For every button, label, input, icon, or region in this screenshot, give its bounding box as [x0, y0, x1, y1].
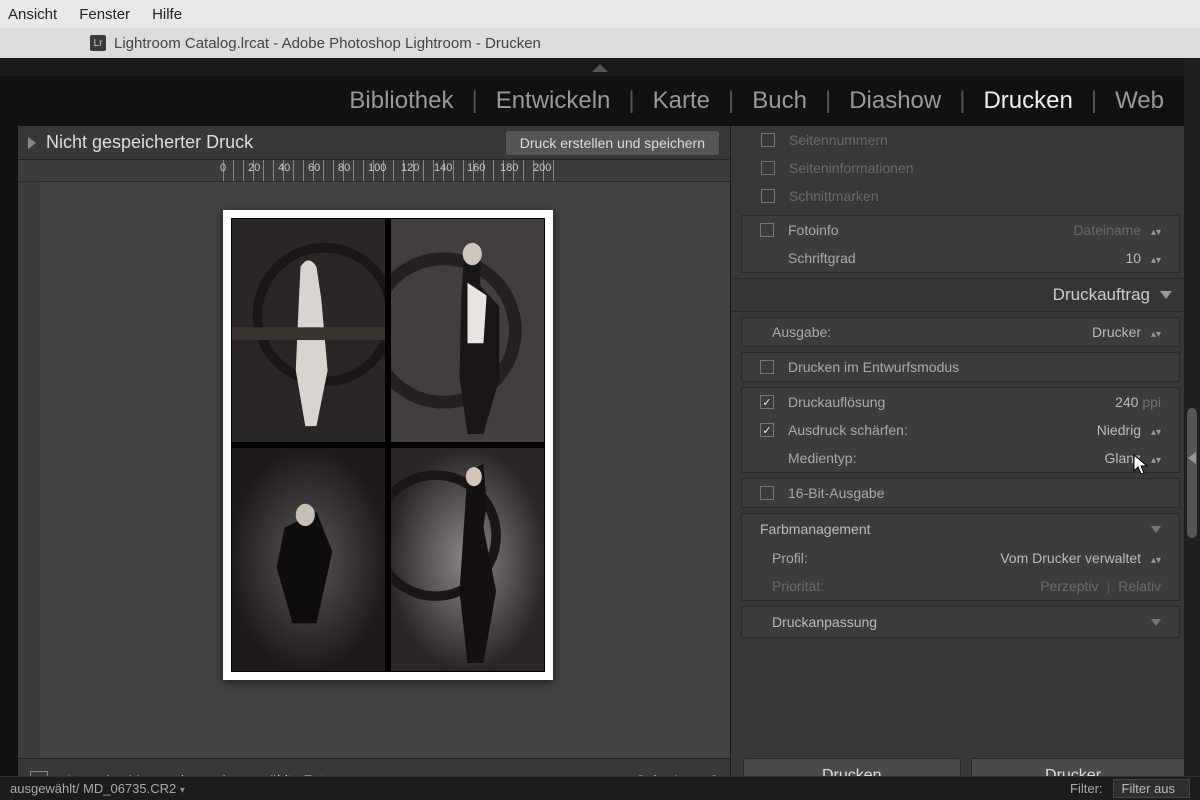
- ruler-vertical: [18, 182, 40, 758]
- row-schnittmarken: Schnittmarken: [731, 182, 1190, 210]
- status-filename: MD_06735.CR2: [83, 781, 176, 796]
- checkbox-scharfen[interactable]: [760, 423, 774, 437]
- checkbox-seitennummern[interactable]: [761, 133, 775, 147]
- module-picker: Bibliothek| Entwickeln| Karte| Buch| Dia…: [0, 76, 1200, 126]
- row-profil: Profil:Vom Drucker verwaltet ▴▾: [742, 544, 1179, 572]
- subsection-druckanpassung[interactable]: Druckanpassung: [742, 607, 1179, 637]
- checkbox-fotoinfo[interactable]: [760, 223, 774, 237]
- prioritat-perzeptiv[interactable]: Perzeptiv: [1040, 578, 1098, 594]
- scharfen-select[interactable]: Niedrig ▴▾: [1097, 422, 1161, 438]
- fotoinfo-select[interactable]: Dateiname ▴▾: [1073, 222, 1161, 238]
- lightroom-app-icon: Lr: [90, 35, 106, 51]
- module-bibliothek[interactable]: Bibliothek: [331, 87, 471, 115]
- panel-expand-icon[interactable]: [592, 64, 608, 72]
- menu-hilfe[interactable]: Hilfe: [152, 6, 182, 23]
- section-druckauftrag[interactable]: Druckauftrag: [731, 278, 1190, 312]
- subsection-farbmanagement[interactable]: Farbmanagement: [742, 514, 1179, 544]
- prioritat-relativ[interactable]: Relativ: [1118, 578, 1161, 594]
- profil-select[interactable]: Vom Drucker verwaltet ▴▾: [1000, 550, 1161, 566]
- filter-label: Filter:: [1070, 781, 1103, 796]
- aufloesung-value[interactable]: 240 ppi: [1115, 394, 1161, 410]
- window-title: Lightroom Catalog.lrcat - Adobe Photosho…: [114, 35, 541, 52]
- checkbox-seiteninfo[interactable]: [761, 161, 775, 175]
- print-preview-stage[interactable]: [18, 182, 730, 758]
- module-entwickeln[interactable]: Entwickeln: [478, 87, 629, 115]
- row-schriftgrad: Schriftgrad10 ▴▾: [742, 244, 1179, 272]
- photo-cell-2[interactable]: [390, 218, 545, 443]
- filter-select[interactable]: Filter aus: [1113, 779, 1190, 798]
- checkbox-entwurfsmodus[interactable]: [760, 360, 774, 374]
- ruler-horizontal: 0 20 40 60 80 100 120 140 160 180 200: [18, 160, 730, 182]
- scrollbar-thumb[interactable]: [1187, 408, 1197, 538]
- menu-ansicht[interactable]: Ansicht: [8, 6, 57, 23]
- status-selected: ausgewählt/: [10, 781, 79, 796]
- chevron-down-icon: [1151, 619, 1161, 626]
- module-web[interactable]: Web: [1097, 87, 1182, 115]
- photo-cell-1[interactable]: [231, 218, 386, 443]
- print-page: [223, 210, 553, 680]
- row-seiteninfo: Seiteninformationen: [731, 154, 1190, 182]
- row-medientyp: Medientyp:Glanz ▴▾: [742, 444, 1179, 472]
- medientyp-select[interactable]: Glanz ▴▾: [1104, 450, 1161, 466]
- right-scrollbar[interactable]: [1184, 58, 1200, 776]
- row-seitennummern: Seitennummern: [731, 126, 1190, 154]
- center-topbar: Nicht gespeicherter Druck Druck erstelle…: [18, 126, 730, 160]
- module-karte[interactable]: Karte: [635, 87, 728, 115]
- row-prioritat: Priorität:Perzeptiv|Relativ: [742, 572, 1179, 600]
- menubar[interactable]: Ansicht Fenster Hilfe: [0, 0, 1200, 28]
- checkbox-16bit[interactable]: [760, 486, 774, 500]
- module-drucken[interactable]: Drucken: [965, 87, 1090, 115]
- ausgabe-select[interactable]: Drucker ▴▾: [1092, 324, 1161, 340]
- chevron-down-icon: [1160, 291, 1172, 299]
- checkbox-aufloesung[interactable]: [760, 395, 774, 409]
- module-diashow[interactable]: Diashow: [831, 87, 959, 115]
- panel-collapse-arrow-icon[interactable]: [1188, 452, 1200, 468]
- titlebar: Lr Lightroom Catalog.lrcat - Adobe Photo…: [0, 28, 1200, 58]
- identity-plate-bar: [0, 58, 1200, 76]
- row-fotoinfo: FotoinfoDateiname ▴▾: [742, 216, 1179, 244]
- row-entwurfsmodus: Drucken im Entwurfsmodus: [742, 353, 1179, 381]
- row-16bit: 16-Bit-Ausgabe: [742, 479, 1179, 507]
- schriftgrad-select[interactable]: 10 ▴▾: [1125, 250, 1161, 266]
- statusbar: ausgewählt/ MD_06735.CR2 ▾ Filter: Filte…: [0, 776, 1200, 800]
- photo-cell-4[interactable]: [390, 447, 545, 672]
- print-title: Nicht gespeicherter Druck: [46, 132, 253, 153]
- disclosure-triangle-icon[interactable]: [28, 137, 36, 149]
- left-panel-collapsed[interactable]: [0, 126, 18, 800]
- module-buch[interactable]: Buch: [734, 87, 825, 115]
- chevron-down-icon: [1151, 526, 1161, 533]
- checkbox-schnittmarken[interactable]: [761, 189, 775, 203]
- row-ausgabe: Ausgabe:Drucker ▴▾: [742, 318, 1179, 346]
- row-aufloesung: Druckauflösung240 ppi: [742, 388, 1179, 416]
- photo-cell-3[interactable]: [231, 447, 386, 672]
- create-save-print-button[interactable]: Druck erstellen und speichern: [505, 130, 720, 156]
- right-panel: Seitennummern Seiteninformationen Schnit…: [730, 126, 1200, 800]
- menu-fenster[interactable]: Fenster: [79, 6, 130, 23]
- row-scharfen: Ausdruck schärfen:Niedrig ▴▾: [742, 416, 1179, 444]
